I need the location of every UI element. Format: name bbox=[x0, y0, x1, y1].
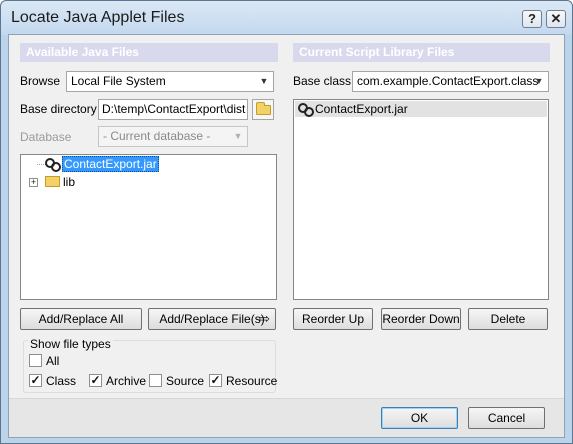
all-checkbox[interactable] bbox=[29, 354, 42, 367]
archive-checkbox[interactable]: ✓ bbox=[89, 374, 102, 387]
base-directory-input[interactable]: D:\temp\ContactExport\dist bbox=[98, 99, 248, 120]
folder-icon bbox=[256, 102, 271, 115]
browse-folder-button[interactable] bbox=[252, 99, 274, 120]
add-replace-all-button[interactable]: Add/Replace All bbox=[20, 308, 142, 330]
tree-item-contactexport-jar[interactable]: ContactExport.jar bbox=[45, 156, 159, 172]
help-button[interactable]: ? bbox=[522, 10, 542, 28]
chevron-down-icon: ▼ bbox=[534, 76, 544, 86]
database-select[interactable]: - Current database - ▼ bbox=[98, 126, 248, 147]
class-checkbox[interactable]: ✓ bbox=[29, 374, 42, 387]
chevron-down-icon: ▼ bbox=[259, 76, 269, 86]
jar-icon bbox=[298, 102, 314, 117]
source-label: Source bbox=[166, 374, 205, 388]
close-button[interactable]: ✕ bbox=[546, 10, 566, 28]
arrow-right-icon: ⇨ bbox=[259, 311, 270, 326]
jar-icon bbox=[45, 157, 61, 172]
class-label: Class bbox=[46, 374, 77, 388]
add-replace-files-label: Add/Replace File(s) bbox=[159, 312, 265, 326]
tree-item-lib[interactable]: lib bbox=[45, 174, 75, 190]
source-checkbox[interactable] bbox=[149, 374, 162, 387]
reorder-up-button[interactable]: Reorder Up bbox=[293, 308, 373, 330]
resource-label: Resource bbox=[226, 374, 278, 388]
title-bar[interactable]: Locate Java Applet Files ? ✕ bbox=[1, 1, 572, 35]
delete-button[interactable]: Delete bbox=[468, 308, 548, 330]
tree-item-label: lib bbox=[63, 175, 76, 189]
file-types-label: Show file types bbox=[28, 337, 113, 351]
add-replace-files-button[interactable]: Add/Replace File(s) ⇨ bbox=[148, 308, 276, 330]
reorder-down-button[interactable]: Reorder Down bbox=[381, 308, 461, 330]
expand-icon[interactable]: + bbox=[29, 178, 38, 187]
ok-button[interactable]: OK bbox=[381, 407, 458, 429]
list-item-contactexport-jar[interactable]: ContactExport.jar bbox=[295, 101, 547, 117]
database-select-value: - Current database - bbox=[103, 129, 211, 143]
java-files-tree[interactable]: ContactExport.jar + lib bbox=[20, 154, 277, 300]
archive-label: Archive bbox=[106, 374, 147, 388]
dialog-window: Locate Java Applet Files ? ✕ Available J… bbox=[0, 0, 573, 444]
dialog-body: Available Java Files Browse Local File S… bbox=[8, 34, 565, 438]
browse-select-value: Local File System bbox=[71, 74, 166, 88]
resource-checkbox[interactable]: ✓ bbox=[209, 374, 222, 387]
base-directory-label: Base directory bbox=[20, 102, 97, 116]
list-item-label: ContactExport.jar bbox=[315, 102, 408, 116]
cancel-button[interactable]: Cancel bbox=[468, 407, 545, 429]
base-class-select-value: com.example.ContactExport.class bbox=[357, 74, 539, 88]
chevron-down-icon: ▼ bbox=[233, 131, 243, 141]
base-class-select[interactable]: com.example.ContactExport.class ▼ bbox=[352, 71, 549, 92]
dialog-title: Locate Java Applet Files bbox=[11, 9, 185, 26]
database-label: Database bbox=[20, 130, 72, 144]
tree-item-label: ContactExport.jar bbox=[62, 156, 159, 172]
base-class-label: Base class bbox=[293, 74, 352, 88]
dialog-footer: OK Cancel bbox=[9, 398, 564, 437]
script-library-list[interactable]: ContactExport.jar bbox=[293, 99, 549, 300]
available-java-files-header: Available Java Files bbox=[20, 43, 278, 62]
browse-select[interactable]: Local File System ▼ bbox=[66, 71, 274, 92]
browse-label: Browse bbox=[20, 74, 61, 88]
current-script-library-files-header: Current Script Library Files bbox=[293, 43, 550, 62]
folder-icon bbox=[45, 176, 60, 187]
all-label: All bbox=[46, 354, 60, 368]
